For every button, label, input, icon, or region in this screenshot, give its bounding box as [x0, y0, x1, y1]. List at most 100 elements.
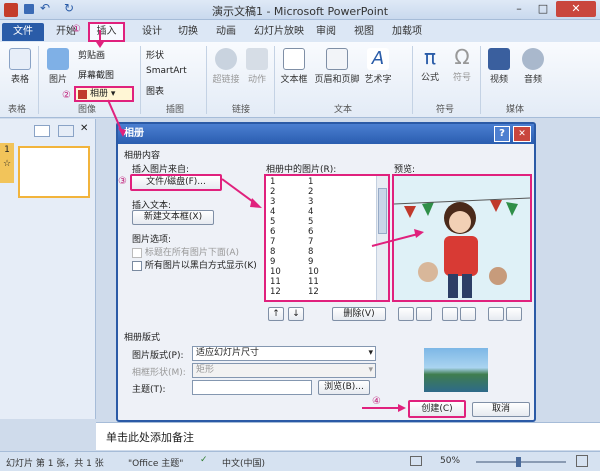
slide-counter: 幻灯片 第 1 张，共 1 张 — [6, 459, 104, 469]
list-item-name: 9 — [308, 257, 314, 267]
brightness-up-icon[interactable] — [488, 307, 504, 321]
group-symbols-label: 符号 — [436, 105, 455, 115]
scrollbar-thumb[interactable] — [378, 188, 387, 234]
tab-transitions[interactable]: 切换 — [178, 24, 198, 40]
theme-input[interactable] — [192, 380, 312, 395]
fit-window-icon[interactable] — [576, 455, 588, 467]
hyperlink-button[interactable]: 超链接 — [210, 48, 242, 85]
rotate-left-icon[interactable] — [398, 307, 414, 321]
title-bar: ↶ ↻ 演示文稿1 - Microsoft PowerPoint – □ ✕ — [0, 0, 600, 20]
table-button[interactable]: 表格 — [6, 48, 34, 85]
list-item[interactable]: 99 — [268, 257, 374, 267]
header-footer-button[interactable]: 页眉和页脚 — [312, 48, 362, 85]
black-white-checkbox[interactable] — [132, 260, 142, 271]
list-item[interactable]: 44 — [268, 207, 374, 217]
language[interactable]: 中文(中国) — [222, 456, 265, 469]
textbox-button[interactable]: 文本框 — [278, 48, 310, 85]
move-down-button[interactable]: ↓ — [288, 307, 304, 321]
wordart-button[interactable]: A 艺术字 — [362, 48, 394, 85]
new-textbox-button[interactable]: 新建文本框(X) — [132, 210, 214, 225]
audio-button[interactable]: 音频 — [518, 48, 548, 85]
help-button[interactable]: ? — [494, 126, 510, 142]
tab-slideshow[interactable]: 幻灯片放映 — [254, 24, 304, 40]
brightness-down-icon[interactable] — [506, 307, 522, 321]
tab-file[interactable]: 文件 — [2, 23, 44, 41]
contrast-up-icon[interactable] — [442, 307, 458, 321]
rotate-right-icon[interactable] — [416, 307, 432, 321]
caption-below-option[interactable]: 标题在所有图片下面(A) — [132, 245, 239, 258]
spellcheck-icon[interactable]: ✓ — [200, 455, 212, 467]
textbox-icon — [283, 48, 305, 70]
list-item[interactable]: 77 — [268, 237, 374, 247]
symbol-button[interactable]: Ω 符号 — [448, 46, 476, 83]
zoom-slider-thumb[interactable] — [516, 457, 521, 467]
chart-button[interactable]: 图表 — [146, 84, 164, 97]
frame-shape-select[interactable]: 矩形 ▾ — [192, 363, 376, 378]
tab-design[interactable]: 设计 — [142, 24, 162, 40]
picture-button[interactable]: 图片 — [44, 48, 72, 85]
theme-name: "Office 主题" — [128, 459, 184, 469]
action-button[interactable]: 动作 — [244, 48, 270, 85]
dialog-close-button[interactable]: ✕ — [513, 126, 531, 142]
omega-icon: Ω — [454, 45, 470, 69]
tab-animations[interactable]: 动画 — [216, 24, 236, 40]
black-white-option[interactable]: 所有图片以黑白方式显示(K) — [132, 258, 257, 271]
list-item-name: 1 — [308, 177, 314, 187]
caption-checkbox[interactable] — [132, 247, 142, 258]
equation-button[interactable]: π 公式 — [416, 46, 444, 83]
file-disk-button[interactable]: 文件/磁盘(F)... — [130, 174, 222, 191]
cancel-button[interactable]: 取消 — [472, 402, 530, 417]
list-item[interactable]: 11 — [268, 177, 374, 187]
list-item[interactable]: 10 10 — [268, 267, 374, 277]
slide-thumbnail-1[interactable] — [18, 146, 90, 198]
picture-list[interactable]: 1 1 2 2 3 3 4 4 5 5 6 6 7 7 8 8 9 9 10 10 11 11 12 12 — [264, 174, 390, 302]
list-item-index: 5 — [270, 217, 276, 227]
shapes-button[interactable]: 形状 — [146, 48, 164, 61]
screenshot-button[interactable]: 屏幕截图 — [78, 68, 114, 81]
move-up-button[interactable]: ↑ — [268, 307, 284, 321]
clipart-button[interactable]: 剪贴画 — [78, 48, 105, 61]
group-illustrations-label: 插图 — [166, 105, 185, 115]
close-panel-icon[interactable]: ✕ — [80, 123, 88, 134]
wordart-icon: A — [367, 48, 389, 70]
tab-review[interactable]: 审阅 — [316, 24, 336, 40]
video-button[interactable]: 视频 — [484, 48, 514, 85]
list-item[interactable]: 12 12 — [268, 287, 374, 297]
contrast-down-icon[interactable] — [460, 307, 476, 321]
list-item[interactable]: 66 — [268, 227, 374, 237]
restore-button[interactable]: □ — [532, 1, 554, 17]
close-window-button[interactable]: ✕ — [556, 1, 596, 17]
browse-button[interactable]: 浏览(B)... — [318, 380, 370, 395]
list-item[interactable]: 88 — [268, 247, 374, 257]
list-item-name: 7 — [308, 237, 314, 247]
group-text-label: 文本 — [334, 105, 353, 115]
separator — [412, 46, 413, 114]
list-item-index: 12 — [270, 287, 281, 297]
list-item-name: 12 — [308, 287, 319, 297]
tab-view[interactable]: 视图 — [354, 24, 374, 40]
minimize-button[interactable]: – — [508, 1, 530, 17]
remove-button[interactable]: 删除(V) — [332, 307, 386, 321]
tab-insert[interactable]: 插入 — [88, 22, 125, 42]
tab-addins[interactable]: 加载项 — [392, 24, 422, 40]
picture-icon — [47, 48, 69, 70]
list-item[interactable]: 11 11 — [268, 277, 374, 287]
picture-layout-label: 图片版式(P): — [132, 351, 184, 361]
list-item[interactable]: 55 — [268, 217, 374, 227]
normal-view-icon[interactable] — [410, 456, 422, 466]
zoom-slider[interactable] — [476, 457, 566, 467]
picture-layout-select[interactable]: 适应幻灯片尺寸 ▾ — [192, 346, 376, 361]
table-icon — [9, 48, 31, 70]
list-scrollbar[interactable] — [376, 176, 388, 300]
pi-icon: π — [423, 45, 437, 69]
slides-tab-icon[interactable] — [34, 125, 50, 137]
photo-album-button[interactable]: 相册 ▾ — [74, 86, 134, 102]
create-button[interactable]: 创建(C) — [408, 400, 466, 418]
list-item[interactable]: 33 — [268, 197, 374, 207]
smartart-button[interactable]: SmartArt — [146, 66, 187, 76]
notes-pane[interactable]: 单击此处添加备注 — [96, 422, 600, 450]
zoom-level[interactable]: 50% — [440, 456, 460, 466]
action-icon — [246, 48, 268, 70]
outline-tab-icon[interactable] — [58, 125, 74, 137]
list-item[interactable]: 22 — [268, 187, 374, 197]
